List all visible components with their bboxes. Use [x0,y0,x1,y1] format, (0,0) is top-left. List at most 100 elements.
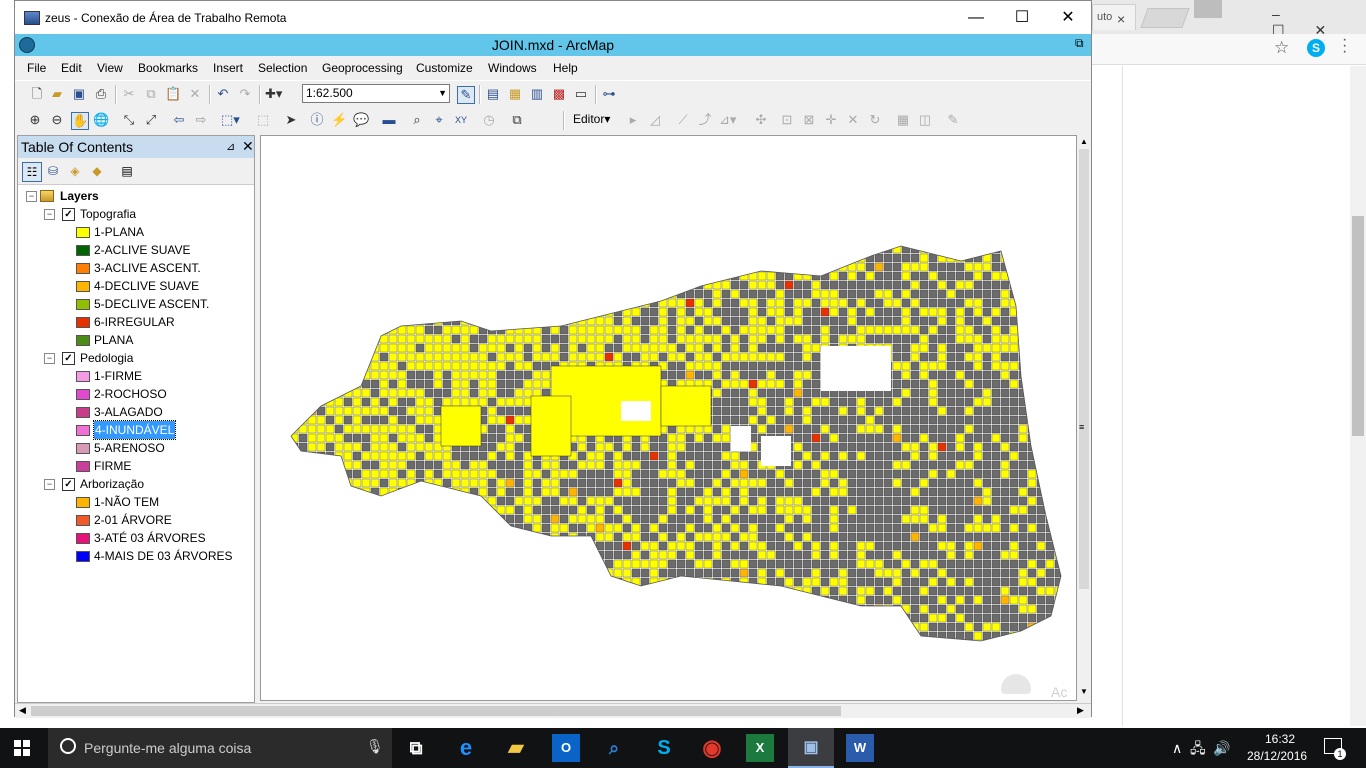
menu-edit[interactable]: Edit [61,61,82,75]
toc-options-icon[interactable]: ▤ [118,162,136,180]
bookmark-star-icon[interactable]: ☆ [1274,38,1289,58]
go-to-xy-icon[interactable]: XY [453,112,469,128]
skype-extension-icon[interactable]: S [1307,39,1325,57]
paste-icon[interactable]: 📋 [165,86,181,102]
undo-icon[interactable]: ↶ [215,86,231,102]
scroll-up-icon[interactable]: ▲ [1080,137,1088,146]
open-folder-icon[interactable]: ▰ [49,86,65,102]
arcmap-titlebar[interactable]: JOIN.mxd - ArcMap ⧉ [15,34,1091,56]
clear-selection-icon[interactable]: ⬚ [255,112,271,128]
reshape-icon[interactable]: ⊠ [801,112,817,128]
toc-layer-row[interactable]: − ✓ Pedologia [18,349,254,367]
collapse-icon[interactable]: − [26,191,37,202]
menu-windows[interactable]: Windows [488,61,537,75]
toc-legend-item[interactable]: PLANA [18,331,254,349]
identify-icon[interactable]: ⓘ [309,112,325,128]
split-icon[interactable]: ✕ [845,112,861,128]
select-elements-icon[interactable]: ➤ [283,112,299,128]
new-tab-button[interactable] [1140,8,1190,28]
toc-legend-item[interactable]: 3-ALAGADO [18,403,254,421]
scroll-right-icon[interactable]: ▶ [1077,705,1084,716]
pin-icon[interactable]: ⊿ [226,140,235,153]
rdp-titlebar[interactable]: zeus - Conexão de Área de Trabalho Remot… [15,1,1091,34]
menu-selection[interactable]: Selection [258,61,307,75]
cortana-search-box[interactable]: Pergunte-me alguma coisa 🎙 [48,728,392,768]
browser-scrollbar[interactable] [1350,66,1366,726]
scroll-down-icon[interactable]: ▼ [1080,687,1088,696]
collapse-icon[interactable]: − [44,209,55,220]
search-window-icon[interactable]: ▥ [529,86,545,102]
new-document-icon[interactable]: 🗋 [29,86,45,102]
edge-icon[interactable]: e [452,734,480,762]
tab-close-icon[interactable]: × [1117,11,1125,27]
map-canvas[interactable] [261,136,1076,700]
menu-customize[interactable]: Customize [416,61,473,75]
copy-icon[interactable]: ⧉ [143,86,159,102]
toc-legend-item[interactable]: 4-MAIS DE 03 ÁRVORES [18,547,254,565]
browser-scrollbar-thumb[interactable] [1352,216,1364,436]
arctoolbox-icon[interactable]: ▩ [551,86,567,102]
list-by-drawing-order-icon[interactable]: ☷ [22,162,42,182]
toc-layer-row[interactable]: − ✓ Arborização [18,475,254,493]
toc-layer-row[interactable]: − ✓ Topografia [18,205,254,223]
maximize-button[interactable]: ☐ [999,1,1045,34]
sketch-properties-icon[interactable]: ◫ [917,112,933,128]
skype-icon[interactable]: S [650,734,678,762]
toc-legend-item[interactable]: FIRME [18,457,254,475]
toc-legend-item[interactable]: 2-ACLIVE SUAVE [18,241,254,259]
list-by-selection-icon[interactable]: ◆ [88,162,106,180]
clock-time[interactable]: 16:32 [1265,732,1295,746]
find-icon[interactable]: ⌕ [409,112,425,128]
zoom-in-icon[interactable]: ⊕ [27,112,43,128]
restore-icon[interactable]: ⧉ [1075,36,1087,50]
microphone-icon[interactable]: 🎙 [366,738,384,755]
print-icon[interactable]: ⎙ [93,86,109,102]
menu-bookmarks[interactable]: Bookmarks [138,61,198,75]
menu-insert[interactable]: Insert [213,61,243,75]
editor-menu[interactable]: Editor▾ [573,112,610,126]
outlook-icon[interactable]: O [552,734,580,762]
chrome-icon[interactable]: ◉ [698,734,726,762]
map-display[interactable]: Ac [260,135,1077,701]
toc-legend-item[interactable]: 3-ACLIVE ASCENT. [18,259,254,277]
map-vertical-scrollbar[interactable]: ▲ ≡ ▼ [1077,135,1091,701]
pan-icon[interactable]: ✋ [71,112,89,130]
find-route-icon[interactable]: ⌖ [431,112,447,128]
toc-legend-item[interactable]: 5-ARENOSO [18,439,254,457]
attributes-icon[interactable]: ▦ [895,112,911,128]
toc-legend-item[interactable]: 1-PLANA [18,223,254,241]
menu-geoprocessing[interactable]: Geoprocessing [322,61,403,75]
toc-legend-item[interactable]: 5-DECLIVE ASCENT. [18,295,254,313]
trace-icon[interactable]: ⊿▾ [719,112,736,128]
edit-annotation-icon[interactable]: ◿ [647,112,663,128]
toc-window-icon[interactable]: ▤ [485,86,501,102]
toc-root-row[interactable]: − Layers [18,187,254,205]
toc-legend-item[interactable]: 3-ATÉ 03 ÁRVORES [18,529,254,547]
toc-legend-item[interactable]: 4-DECLIVE SUAVE [18,277,254,295]
minimize-button[interactable]: — [953,1,999,34]
profile-icon[interactable] [1194,0,1222,18]
menu-view[interactable]: View [97,61,123,75]
redo-icon[interactable]: ↷ [237,86,253,102]
collapse-icon[interactable]: − [44,353,55,364]
map-search-app-icon[interactable]: ⌕ [600,734,628,762]
zoom-out-icon[interactable]: ⊖ [49,112,65,128]
remote-desktop-taskbar-button[interactable]: ▣ [788,728,834,768]
select-features-icon[interactable]: ⬚▾ [221,112,240,128]
python-window-icon[interactable]: ▭ [573,86,589,102]
fixed-zoom-out-icon[interactable]: ⤢ [143,112,159,128]
close-button[interactable]: ✕ [1045,1,1091,34]
toc-legend-item[interactable]: 1-NÃO TEM [18,493,254,511]
toc-legend-item[interactable]: 2-ROCHOSO [18,385,254,403]
toc-legend-item[interactable]: 1-FIRME [18,367,254,385]
layer-visibility-checkbox[interactable]: ✓ [62,208,75,221]
rotate-icon[interactable]: ↻ [867,112,883,128]
collapse-icon[interactable]: − [44,479,55,490]
edit-tool-icon[interactable]: ▸ [625,112,641,128]
create-features-icon[interactable]: ✎ [945,112,961,128]
menu-file[interactable]: File [27,61,46,75]
map-vertical-thumb[interactable] [1079,149,1089,589]
html-popup-icon[interactable]: 💬 [353,112,369,128]
list-by-source-icon[interactable]: ⛁ [44,162,62,180]
layer-visibility-checkbox[interactable]: ✓ [62,478,75,491]
